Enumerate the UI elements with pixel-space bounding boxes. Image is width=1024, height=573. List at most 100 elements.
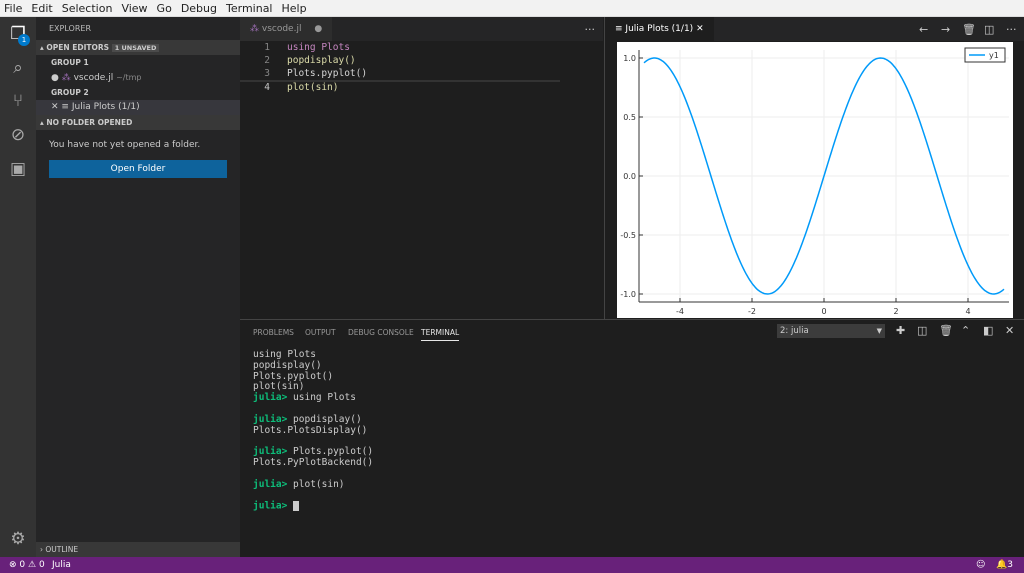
status-bar: ⊗ 0 ⚠ 0 Julia ☺ 🔔3 [0,557,1024,573]
open-editors-header[interactable]: ▴ OPEN EDITORS 1 UNSAVED [36,40,240,55]
group-1-label: GROUP 1 [51,58,89,67]
terminal-line: popdisplay() [253,359,322,371]
split-terminal-icon[interactable]: ◫ [917,324,927,337]
y-tick-label: -1.0 [620,290,636,299]
menu-edit[interactable]: Edit [31,2,52,15]
menu-file[interactable]: File [4,2,22,15]
open-folder-button[interactable]: Open Folder [49,160,227,178]
more-actions-icon[interactable]: ··· [1006,23,1017,36]
maximize-panel-icon[interactable]: ◧ [983,324,993,337]
close-icon[interactable]: ✕ [696,24,704,34]
explorer-sidebar: EXPLORER ▴ OPEN EDITORS 1 UNSAVED GROUP … [36,17,240,557]
activity-bar: ❐ 1 ⌕ ⑂ ⊘ ▣ ⚙ [0,17,36,557]
split-editor-icon[interactable]: ◫ [984,23,994,36]
file-name: vscode.jl [73,73,114,83]
julia-prompt: julia> [253,446,294,458]
unsaved-badge: 1 [18,34,30,46]
outline-header[interactable]: › OUTLINE [36,542,240,557]
terminal-command: popdisplay() [293,413,362,425]
trash-icon[interactable]: 🗑 [939,324,953,337]
terminal-command: plot(sin) [293,478,345,490]
tab-julia-plots[interactable]: ≡ Julia Plots (1/1) ✕ [605,17,714,41]
tab-debug-console[interactable]: DEBUG CONSOLE [348,328,414,337]
code-editor[interactable]: ⁂ vscode.jl ● ··· 1 using Plots 2 popdispl… [240,17,603,319]
file-name: Julia Plots (1/1) [71,102,140,112]
legend-label: y1 [989,51,999,60]
y-tick-label: -0.5 [620,231,636,240]
terminal-command: Plots.pyplot() [293,446,374,458]
menu-view[interactable]: View [121,2,147,15]
extensions-icon[interactable]: ▣ [8,159,28,179]
bottom-panel: PROBLEMS OUTPUT DEBUG CONSOLE TERMINAL 2… [240,319,1024,557]
terminal-line: julia> using Plots [253,392,373,404]
file-path: ~/tmp [116,73,142,82]
chevron-up-icon[interactable]: ⌃ [961,324,970,337]
y-tick-label: 0.0 [623,172,636,181]
more-actions-icon[interactable]: ··· [577,17,604,41]
language-indicator[interactable]: Julia [52,557,71,573]
no-folder-message: You have not yet opened a folder. [49,140,201,150]
tab-terminal[interactable]: TERMINAL [421,328,460,341]
tab-problems[interactable]: PROBLEMS [253,328,294,337]
tab-output[interactable]: OUTPUT [305,328,336,337]
open-editor-vscode-jl[interactable]: ● ⁂ vscode.jl ~/tmp [36,70,240,85]
no-folder-label: NO FOLDER OPENED [46,118,133,127]
problems-indicator[interactable]: ⊗ 0 ⚠ 0 [9,557,45,573]
notifications[interactable]: 🔔3 [996,557,1013,573]
arrow-right-icon[interactable]: → [941,23,950,36]
tab-label: Julia Plots (1/1) [625,24,694,34]
x-tick-label: 0 [821,307,826,316]
dirty-dot-icon[interactable]: ● [314,24,322,34]
julia-prompt: julia> [253,500,294,512]
arrow-left-icon[interactable]: ← [919,23,928,36]
plus-icon[interactable]: ✚ [896,324,905,337]
terminal-line: Plots.PyPlotBackend() [253,456,374,468]
gear-icon[interactable]: ⚙ [8,529,28,549]
explorer-title: EXPLORER [49,24,91,33]
tab-label: vscode.jl [261,24,302,34]
x-tick-label: 4 [965,307,970,316]
terminal-command: using Plots [293,392,356,404]
close-icon[interactable]: ✕ [1005,324,1014,337]
open-editor-julia-plots[interactable]: ✕ ≡ Julia Plots (1/1) [36,100,240,115]
x-tick-label: -4 [676,307,684,316]
line-number: 3 [264,68,270,79]
code-line: Plots.pyplot() [287,68,368,79]
julia-prompt: julia> [253,413,294,425]
outline-label: OUTLINE [45,545,79,554]
preview-icon: ≡ [61,102,69,112]
menu-go[interactable]: Go [157,2,172,15]
error-count: 0 [19,560,26,570]
julia-prompt: julia> [253,478,294,490]
line-number: 4 [264,82,270,93]
code-line: using Plots [287,42,350,53]
terminal-line: julia> plot(sin) [253,478,373,491]
tab-vscode-jl[interactable]: ⁂ vscode.jl ● [240,17,333,41]
menu-terminal[interactable]: Terminal [226,2,273,15]
code-line: popdisplay() [287,55,356,66]
menu-selection[interactable]: Selection [62,2,113,15]
dirty-dot-icon: ● [51,73,59,83]
terminal-select[interactable]: 2: julia ▼ [777,324,885,338]
notification-count: 3 [1007,560,1013,570]
no-folder-header[interactable]: ▴ NO FOLDER OPENED [36,115,240,130]
terminal-output[interactable]: using Plots popdisplay() Plots.pyplot() plo… [253,349,374,512]
plot-pane: ≡ Julia Plots (1/1) ✕ ← → 🗑 ◫ ··· -4 -2 0 2… [604,17,1024,319]
x-tick-label: -2 [748,307,756,316]
menu-help[interactable]: Help [282,2,307,15]
source-control-icon[interactable]: ⑂ [8,91,28,111]
search-icon[interactable]: ⌕ [8,58,28,78]
julia-file-icon: ⁂ [250,24,259,34]
y-tick-label: 1.0 [623,54,636,63]
close-icon[interactable]: ✕ [51,102,59,112]
terminal-line: julia> [253,501,373,512]
menu-debug[interactable]: Debug [181,2,217,15]
y-tick-label: 0.5 [623,113,636,122]
group-2-label: GROUP 2 [51,88,89,97]
debug-icon[interactable]: ⊘ [8,125,28,145]
warning-count: 0 [38,560,45,570]
smiley-icon[interactable]: ☺ [976,557,985,573]
trash-icon[interactable]: 🗑 [962,23,976,36]
code-line: plot(sin) [287,82,339,93]
